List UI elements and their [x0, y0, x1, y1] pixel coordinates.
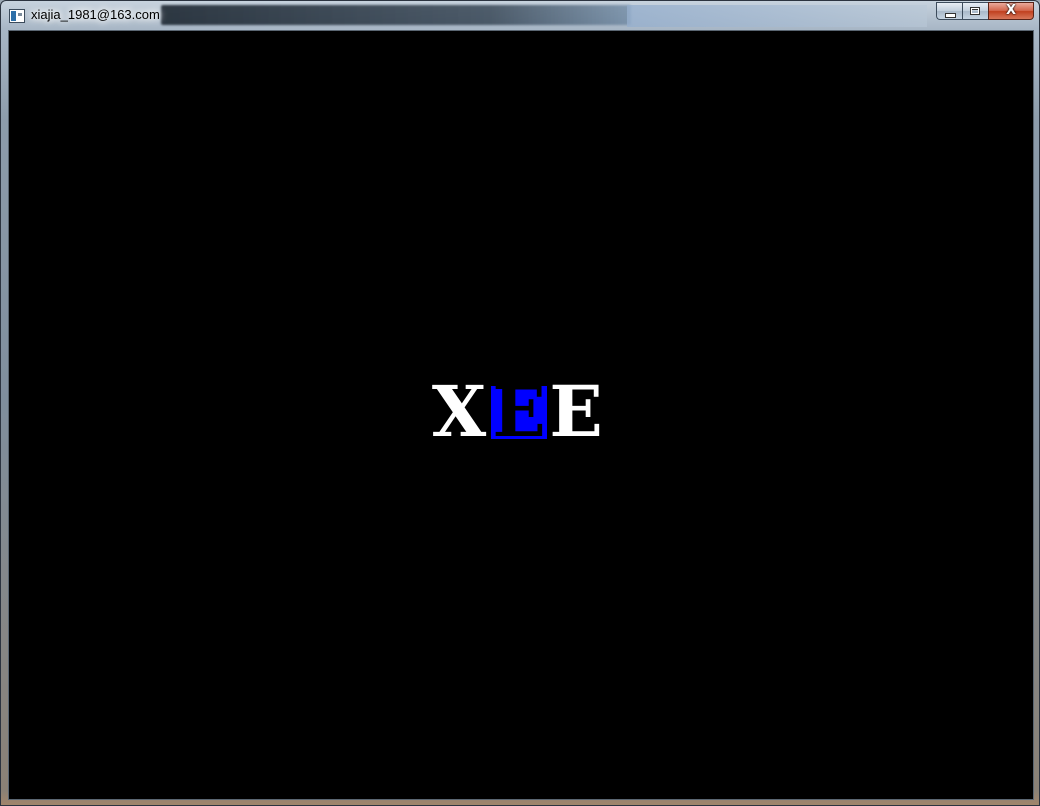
titlebar[interactable]: xiajia_1981@163.com X	[1, 1, 1039, 30]
logo-letter-x: X	[431, 370, 487, 453]
minimize-button[interactable]	[936, 2, 962, 20]
minimize-icon	[945, 13, 956, 18]
window-title: xiajia_1981@163.com	[31, 7, 160, 22]
logo-letter-e: E	[549, 370, 603, 453]
console-window-icon[interactable]	[9, 9, 25, 23]
xee-logo: X E E	[427, 370, 605, 453]
close-icon: X	[1005, 3, 1017, 18]
render-canvas[interactable]: X E E	[8, 30, 1034, 800]
close-button[interactable]: X	[988, 2, 1034, 20]
maximize-icon	[970, 7, 980, 15]
logo-letter-e-highlighted: E	[491, 377, 547, 447]
maximize-button[interactable]	[962, 2, 988, 20]
caption-buttons: X	[936, 2, 1034, 21]
logo-letter-e-inner: E	[492, 370, 546, 453]
app-window: xiajia_1981@163.com X X E E	[0, 0, 1040, 806]
